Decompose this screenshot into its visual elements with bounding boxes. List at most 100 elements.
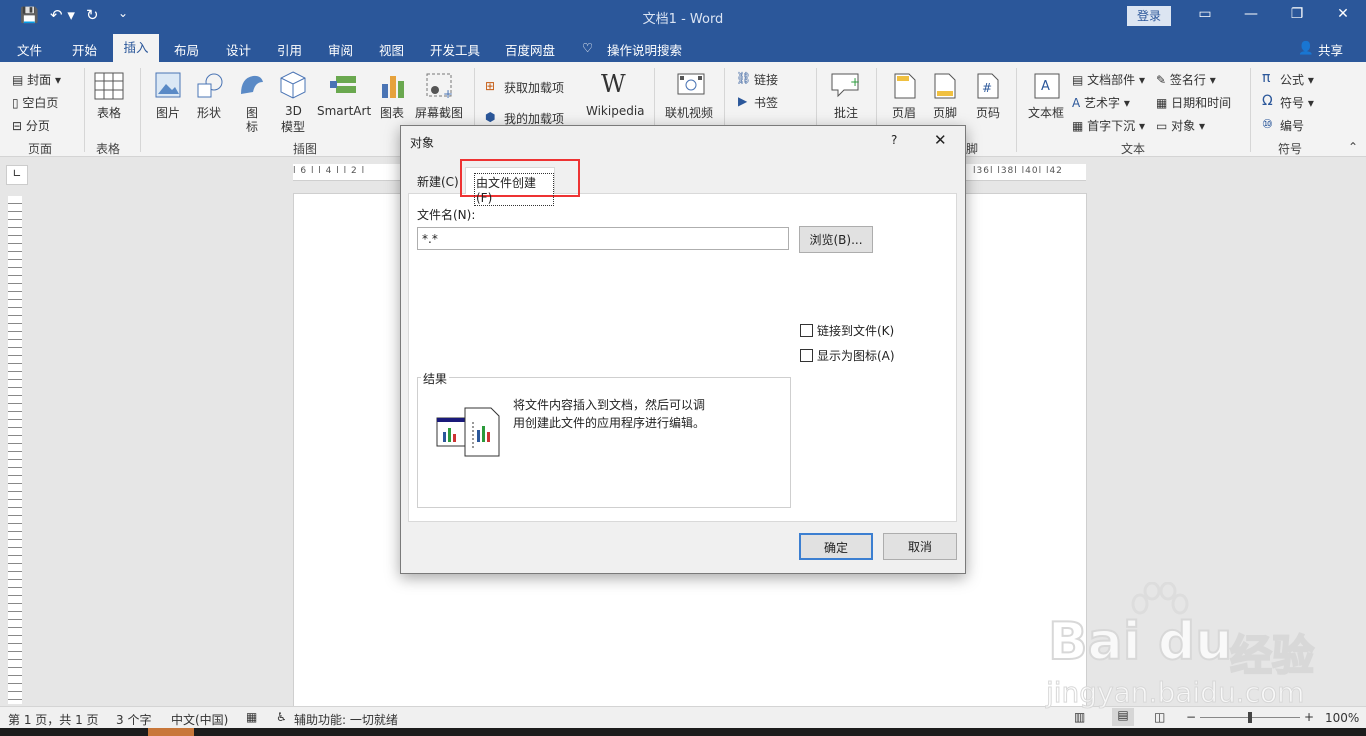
- tab-create-new[interactable]: 新建(C): [417, 173, 459, 190]
- shapes-button[interactable]: 形状: [197, 104, 221, 121]
- watermark-url: jingyan.baidu.com: [1045, 676, 1305, 710]
- svg-text:A: A: [1041, 79, 1050, 94]
- macro-icon[interactable]: ▦: [246, 710, 257, 724]
- dropcap-button[interactable]: ▦ 首字下沉 ▾: [1072, 117, 1145, 134]
- bookmark-button[interactable]: 书签: [754, 94, 778, 111]
- numbering-button[interactable]: 编号: [1280, 117, 1304, 134]
- baidu-watermark: Bai du 经验 jingyan.baidu.com: [1045, 582, 1346, 712]
- header-button[interactable]: 页眉: [892, 104, 916, 121]
- link-to-file-checkbox[interactable]: [800, 324, 813, 337]
- tab-home[interactable]: 开始: [72, 40, 97, 59]
- blank-page-label: 空白页: [22, 96, 59, 110]
- language-indicator[interactable]: 中文(中国): [171, 711, 228, 728]
- smartart-button[interactable]: SmartArt: [317, 104, 371, 118]
- blank-page-button[interactable]: ▯ 空白页: [12, 94, 58, 111]
- get-addins-button[interactable]: 获取加载项: [504, 79, 564, 96]
- tab-from-file[interactable]: 由文件创建(F): [465, 167, 555, 206]
- group-header-footer-label: 脚: [966, 142, 979, 156]
- footer-button[interactable]: 页脚: [933, 104, 957, 121]
- online-video-icon: [677, 73, 705, 95]
- symbol-button[interactable]: 符号 ▾: [1280, 94, 1314, 111]
- ruler-left-ticks: l 6 l l 4 l l 2 l: [293, 166, 366, 176]
- display-as-icon-checkbox[interactable]: [800, 349, 813, 362]
- tab-design[interactable]: 设计: [226, 40, 251, 59]
- chart-button[interactable]: 图表: [380, 104, 404, 121]
- picture-icon: [155, 72, 181, 98]
- page-break-button[interactable]: ⊟ 分页: [12, 117, 50, 134]
- equation-button[interactable]: 公式 ▾: [1280, 71, 1314, 88]
- group-pages-label: 页面: [28, 142, 53, 156]
- collapse-ribbon-icon[interactable]: ⌃: [1348, 140, 1358, 154]
- browse-button[interactable]: 浏览(B)...: [799, 226, 873, 253]
- vertical-ruler[interactable]: [8, 196, 22, 704]
- login-button[interactable]: 登录: [1127, 6, 1171, 26]
- zoom-in-button[interactable]: +: [1304, 710, 1314, 724]
- zoom-level[interactable]: 100%: [1325, 711, 1359, 725]
- minimize-icon[interactable]: —: [1236, 6, 1266, 22]
- filename-label: 文件名(N):: [417, 208, 476, 222]
- tab-references[interactable]: 引用: [277, 40, 302, 59]
- shapes-icon: [197, 73, 223, 98]
- wikipedia-icon: W: [601, 70, 626, 98]
- date-time-button[interactable]: ▦ 日期和时间: [1156, 94, 1231, 111]
- object-button[interactable]: ▭ 对象 ▾: [1156, 117, 1205, 134]
- tab-selector[interactable]: ∟: [6, 165, 28, 185]
- ribbon-display-icon[interactable]: ▭: [1190, 6, 1220, 22]
- share-icon[interactable]: 👤: [1298, 40, 1314, 56]
- result-description-line1: 将文件内容插入到文档，然后可以调: [513, 398, 706, 412]
- textbox-button[interactable]: 文本框: [1028, 104, 1064, 121]
- tab-insert[interactable]: 插入: [113, 34, 159, 62]
- textbox-icon: A: [1034, 73, 1060, 99]
- tab-baidu-netdisk[interactable]: 百度网盘: [505, 40, 555, 59]
- svg-text:+: +: [850, 75, 860, 89]
- link-to-file-label[interactable]: 链接到文件(K): [817, 322, 894, 339]
- share-button[interactable]: 共享: [1318, 40, 1343, 59]
- maximize-icon[interactable]: ❐: [1282, 6, 1312, 22]
- page-count[interactable]: 第 1 页，共 1 页: [8, 711, 99, 728]
- online-video-button[interactable]: 联机视频: [665, 104, 713, 121]
- page-number-button[interactable]: 页码: [976, 104, 1000, 121]
- tab-file[interactable]: 文件: [17, 40, 42, 59]
- divider: [1250, 68, 1251, 152]
- divider: [1016, 68, 1017, 152]
- cover-page-label: 封面 ▾: [27, 73, 61, 87]
- ok-button[interactable]: 确定: [799, 533, 873, 560]
- screenshot-button[interactable]: 屏幕截图: [415, 104, 463, 121]
- 3d-model-button[interactable]: 3D: [285, 104, 302, 118]
- tell-me-search[interactable]: 操作说明搜索: [607, 40, 682, 59]
- tab-view[interactable]: 视图: [379, 40, 404, 59]
- tab-layout[interactable]: 布局: [174, 40, 199, 59]
- embed-file-icon: [436, 407, 500, 457]
- tab-review[interactable]: 审阅: [328, 40, 353, 59]
- link-button[interactable]: 链接: [754, 71, 778, 88]
- cover-page-button[interactable]: ▤ 封面 ▾: [12, 71, 61, 88]
- comment-button[interactable]: 批注: [834, 104, 858, 121]
- dropcap-label: 首字下沉 ▾: [1087, 119, 1145, 133]
- wordart-icon: A: [1072, 96, 1081, 110]
- signature-line-button[interactable]: ✎ 签名行 ▾: [1156, 71, 1216, 88]
- quick-parts-button[interactable]: ▤ 文档部件 ▾: [1072, 71, 1145, 88]
- zoom-slider-thumb[interactable]: [1248, 712, 1252, 723]
- group-illustrations-label: 插图: [293, 142, 318, 156]
- dialog-close-button[interactable]: ✕: [934, 131, 947, 149]
- wordart-button[interactable]: A 艺术字 ▾: [1072, 94, 1130, 111]
- object-label: 对象 ▾: [1171, 119, 1205, 133]
- close-icon[interactable]: ✕: [1328, 6, 1358, 22]
- result-label: 结果: [421, 370, 450, 387]
- picture-button[interactable]: 图片: [156, 104, 180, 121]
- web-layout-icon[interactable]: ◫: [1154, 710, 1165, 724]
- help-button[interactable]: ?: [891, 133, 897, 147]
- tab-developer[interactable]: 开发工具: [430, 40, 480, 59]
- 3d-model-icon: [280, 71, 306, 99]
- table-button[interactable]: 表格: [97, 104, 121, 121]
- zoom-out-button[interactable]: −: [1186, 710, 1196, 724]
- chart-icon: [382, 76, 404, 98]
- wikipedia-button[interactable]: Wikipedia: [586, 104, 645, 118]
- cancel-button[interactable]: 取消: [883, 533, 957, 560]
- object-dialog: 对象 ? ✕ 新建(C) 由文件创建(F) 文件名(N): *.* 浏览(B).…: [400, 125, 966, 574]
- word-count[interactable]: 3 个字: [116, 711, 151, 728]
- accessibility-status[interactable]: 辅助功能: 一切就绪: [294, 711, 398, 728]
- filename-input[interactable]: *.*: [417, 227, 789, 250]
- read-mode-icon[interactable]: ▥: [1074, 710, 1085, 724]
- display-as-icon-label[interactable]: 显示为图标(A): [817, 347, 895, 364]
